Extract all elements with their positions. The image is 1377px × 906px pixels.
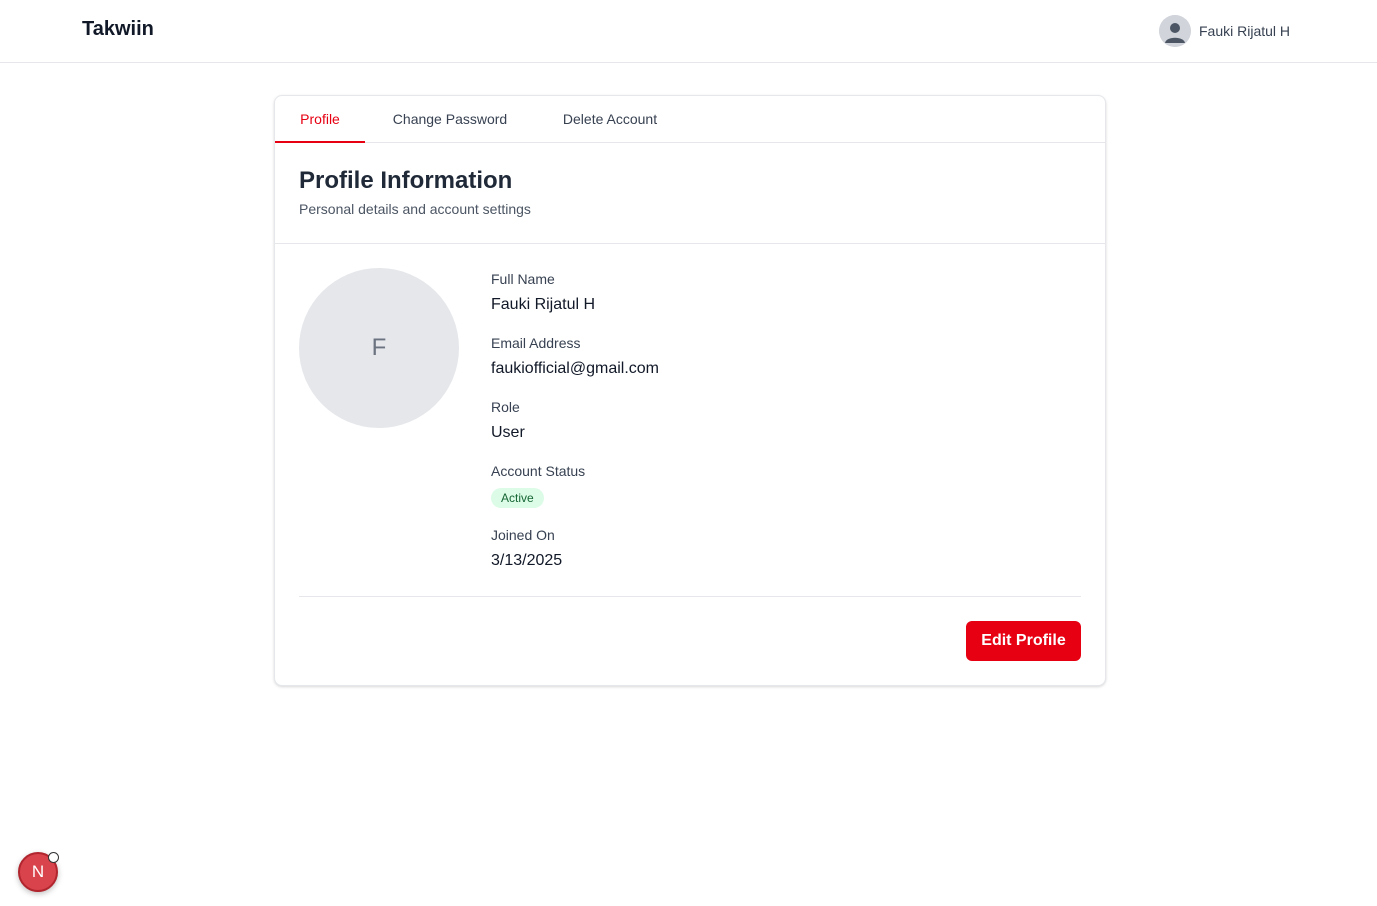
field-joined-on: Joined On 3/13/2025 <box>491 526 1081 571</box>
field-label: Account Status <box>491 463 586 479</box>
tab-change-password[interactable]: Change Password <box>389 96 511 143</box>
tab-bar: Profile Change Password Delete Account <box>275 96 1105 143</box>
section-title: Profile Information <box>299 167 513 194</box>
user-menu[interactable]: Fauki Rijatul H <box>1159 15 1290 47</box>
profile-card: Profile Change Password Delete Account P… <box>274 95 1106 686</box>
tab-profile[interactable]: Profile <box>275 96 365 143</box>
user-name[interactable]: Fauki Rijatul H <box>1199 23 1290 39</box>
dev-tools-badge[interactable]: N <box>18 852 59 892</box>
field-label: Full Name <box>491 271 555 287</box>
divider <box>299 596 1081 597</box>
field-label: Email Address <box>491 335 581 351</box>
brand-logo[interactable]: Takwiin <box>82 18 154 41</box>
section-subtitle: Personal details and account settings <box>299 201 531 217</box>
field-email: Email Address faukiofficial@gmail.com <box>491 334 1081 379</box>
section-header: Profile Information Personal details and… <box>275 143 1105 244</box>
edit-profile-button[interactable]: Edit Profile <box>966 621 1081 661</box>
field-label: Joined On <box>491 527 555 543</box>
field-account-status: Account Status Active <box>491 462 1081 508</box>
dev-badge-letter: N <box>31 862 45 881</box>
field-label: Role <box>491 399 520 415</box>
indicator-dot-icon <box>48 852 59 863</box>
user-silhouette-icon[interactable] <box>1159 15 1191 47</box>
status-badge: Active <box>491 488 544 508</box>
profile-avatar: F <box>299 268 459 428</box>
field-role: Role User <box>491 398 1081 443</box>
field-value: User <box>491 424 525 441</box>
field-full-name: Full Name Fauki Rijatul H <box>491 270 1081 315</box>
field-value: Fauki Rijatul H <box>491 296 596 313</box>
field-value: 3/13/2025 <box>491 552 563 569</box>
field-value: faukiofficial@gmail.com <box>491 360 660 377</box>
avatar-initial: F <box>371 334 387 361</box>
top-navbar: Takwiin Fauki Rijatul H <box>0 0 1377 63</box>
tab-delete-account[interactable]: Delete Account <box>558 96 662 143</box>
